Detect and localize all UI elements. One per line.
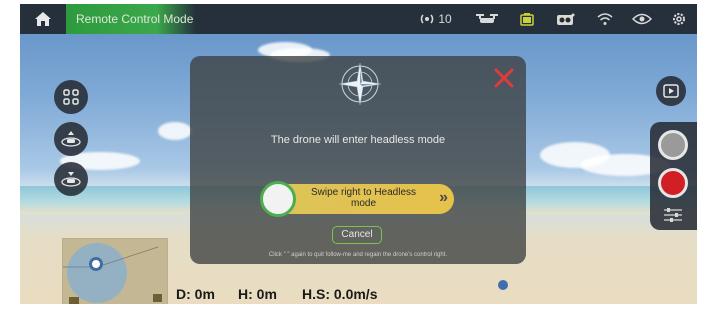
takeoff-button[interactable] bbox=[54, 122, 88, 156]
double-chevron-right-icon: » bbox=[439, 189, 448, 206]
wifi-icon bbox=[597, 13, 613, 25]
grid-menu-button[interactable] bbox=[54, 80, 88, 114]
horizontal-speed-readout: H.S: 0.0m/s bbox=[302, 286, 378, 302]
adjust-sliders-icon bbox=[664, 208, 682, 222]
wifi-status bbox=[587, 4, 623, 34]
camera-status[interactable] bbox=[545, 4, 587, 34]
distance-readout: D: 0m bbox=[176, 286, 215, 302]
close-button[interactable] bbox=[492, 66, 516, 90]
settings-gear-icon bbox=[673, 13, 685, 25]
photo-shutter-button[interactable] bbox=[658, 130, 688, 160]
home-icon bbox=[35, 12, 51, 26]
mode-label: Remote Control Mode bbox=[66, 4, 196, 34]
minimap[interactable] bbox=[62, 238, 168, 304]
adjust-settings-button[interactable] bbox=[662, 206, 684, 224]
cloud bbox=[158, 122, 192, 140]
status-icons: 10 bbox=[407, 4, 697, 34]
home-point-marker bbox=[498, 280, 508, 290]
drone-land-icon bbox=[61, 172, 81, 187]
home-button[interactable] bbox=[20, 4, 66, 34]
dialog-hint: Click " " again to quit follow-me and re… bbox=[268, 252, 448, 258]
playback-button[interactable] bbox=[656, 76, 686, 106]
signal-strength-icon bbox=[421, 14, 434, 24]
cancel-button[interactable]: Cancel bbox=[332, 226, 382, 244]
drone-takeoff-icon bbox=[61, 131, 81, 147]
headless-mode-dialog: The drone will enter headless mode Swipe… bbox=[190, 56, 526, 264]
capture-panel bbox=[650, 122, 697, 230]
headless-swipe-slider[interactable]: Swipe right to Headless mode » bbox=[260, 181, 454, 217]
drone-position-marker bbox=[89, 257, 103, 271]
dialog-message: The drone will enter headless mode bbox=[270, 134, 446, 146]
grid-menu-icon bbox=[63, 89, 79, 105]
landing-button[interactable] bbox=[54, 162, 88, 196]
top-status-bar: Remote Control Mode 10 bbox=[20, 4, 697, 34]
battery-icon bbox=[520, 13, 534, 26]
signal-indicator: 10 bbox=[407, 4, 465, 34]
battery-status bbox=[509, 4, 545, 34]
camera-icon bbox=[557, 13, 575, 25]
playback-icon bbox=[663, 84, 679, 98]
compass-icon bbox=[338, 62, 382, 106]
height-readout: H: 0m bbox=[238, 286, 277, 302]
settings-button[interactable] bbox=[661, 4, 697, 34]
swipe-handle[interactable] bbox=[260, 181, 296, 217]
view-toggle[interactable] bbox=[623, 4, 661, 34]
camera-view: Remote Control Mode 10 The drone will en… bbox=[20, 4, 697, 304]
signal-value: 10 bbox=[438, 12, 452, 26]
swipe-label: Swipe right to Headless mode bbox=[310, 187, 417, 209]
drone-icon bbox=[476, 14, 498, 23]
eye-icon bbox=[632, 13, 652, 25]
drone-status[interactable] bbox=[465, 4, 509, 34]
minimap-lines bbox=[63, 246, 162, 304]
record-video-button[interactable] bbox=[658, 168, 688, 198]
